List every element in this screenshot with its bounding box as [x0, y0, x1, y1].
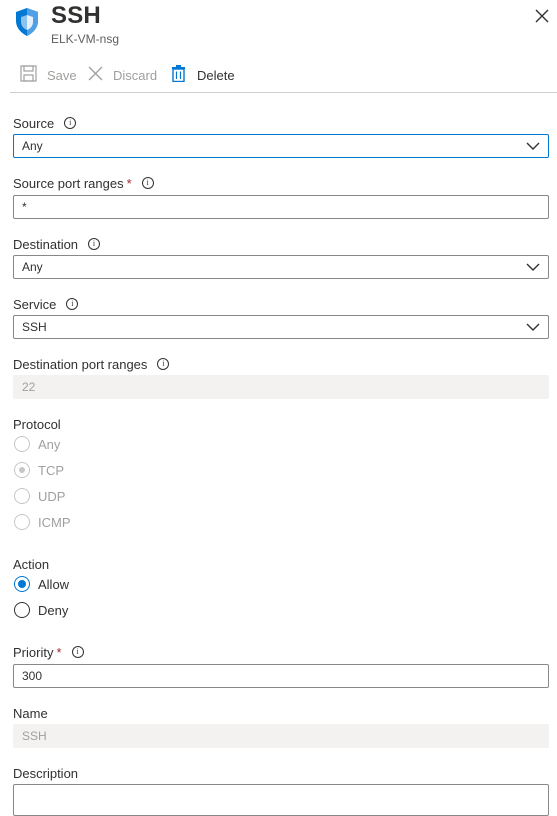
source-dropdown[interactable]: Any: [13, 134, 549, 158]
required-mark: *: [126, 175, 132, 191]
protocol-option-icmp[interactable]: ICMP: [14, 512, 71, 532]
info-icon[interactable]: i: [66, 298, 79, 310]
action-option-label: Allow: [38, 576, 70, 592]
radio-circle-selected: [14, 462, 30, 478]
info-icon[interactable]: i: [157, 358, 170, 370]
destination-port-ranges-value: 22: [22, 380, 36, 394]
toolbar-divider: [10, 92, 557, 93]
chevron-down-icon: [526, 142, 540, 150]
source-port-ranges-input[interactable]: *: [13, 195, 549, 219]
protocol-option-label: ICMP: [38, 514, 71, 530]
priority-label-text: Priority: [13, 644, 54, 660]
action-label: Action: [13, 555, 49, 573]
protocol-option-udp[interactable]: UDP: [14, 486, 65, 506]
action-option-allow[interactable]: Allow: [14, 574, 69, 594]
destination-port-ranges-label: Destination port ranges i: [13, 355, 170, 373]
page-title: SSH: [51, 2, 101, 29]
destination-label: Destination i: [13, 235, 101, 253]
action-label-text: Action: [13, 556, 50, 572]
delete-label: Delete: [197, 67, 235, 83]
description-label: Description: [13, 764, 78, 782]
protocol-label: Protocol: [13, 415, 61, 433]
destination-port-ranges-input: 22: [13, 375, 549, 399]
priority-input[interactable]: 300: [13, 664, 549, 688]
source-label-text: Source: [13, 115, 55, 131]
destination-port-ranges-label-text: Destination port ranges: [13, 356, 148, 372]
close-icon[interactable]: [534, 8, 550, 24]
shield-icon: [14, 7, 40, 37]
destination-value: Any: [22, 260, 43, 274]
info-icon[interactable]: i: [64, 117, 77, 129]
delete-button[interactable]: Delete: [171, 64, 235, 86]
protocol-label-text: Protocol: [13, 416, 61, 432]
save-button[interactable]: Save: [20, 64, 77, 86]
destination-dropdown[interactable]: Any: [13, 255, 549, 279]
source-port-ranges-value: *: [22, 200, 27, 214]
name-input: SSH: [13, 724, 549, 748]
priority-label: Priority * i: [13, 643, 84, 661]
info-icon[interactable]: i: [141, 177, 154, 189]
radio-circle: [14, 514, 30, 530]
service-value: SSH: [22, 320, 47, 334]
radio-circle-selected: [14, 576, 30, 592]
trash-icon: [171, 65, 186, 85]
source-value: Any: [22, 139, 43, 153]
info-icon[interactable]: i: [88, 238, 101, 250]
protocol-option-label: Any: [38, 436, 61, 452]
save-label: Save: [47, 67, 77, 83]
protocol-option-label: TCP: [38, 462, 64, 478]
action-option-deny[interactable]: Deny: [14, 600, 68, 620]
page-subtitle: ELK-VM-nsg: [51, 32, 120, 46]
description-label-text: Description: [13, 765, 79, 781]
radio-circle: [14, 488, 30, 504]
action-option-label: Deny: [38, 602, 69, 618]
destination-label-text: Destination: [13, 236, 79, 252]
service-label: Service i: [13, 295, 79, 313]
source-port-ranges-label: Source port ranges * i: [13, 174, 154, 192]
source-label: Source i: [13, 114, 77, 132]
name-label: Name: [13, 704, 48, 722]
chevron-down-icon: [526, 263, 540, 271]
priority-value: 300: [22, 669, 43, 683]
service-dropdown[interactable]: SSH: [13, 315, 549, 339]
save-icon: [20, 65, 37, 85]
service-label-text: Service: [13, 296, 57, 312]
discard-icon: [87, 65, 104, 85]
discard-button[interactable]: Discard: [87, 64, 157, 86]
protocol-option-any[interactable]: Any: [14, 434, 60, 454]
description-textarea[interactable]: [13, 784, 549, 816]
protocol-option-tcp[interactable]: TCP: [14, 460, 64, 480]
required-mark: *: [56, 644, 62, 660]
protocol-option-label: UDP: [38, 488, 66, 504]
discard-label: Discard: [113, 67, 158, 83]
name-value: SSH: [22, 729, 47, 743]
name-label-text: Name: [13, 705, 48, 721]
chevron-down-icon: [526, 323, 540, 331]
radio-circle: [14, 436, 30, 452]
info-icon[interactable]: i: [71, 646, 84, 658]
source-port-ranges-label-text: Source port ranges: [13, 175, 124, 191]
radio-circle: [14, 602, 30, 618]
